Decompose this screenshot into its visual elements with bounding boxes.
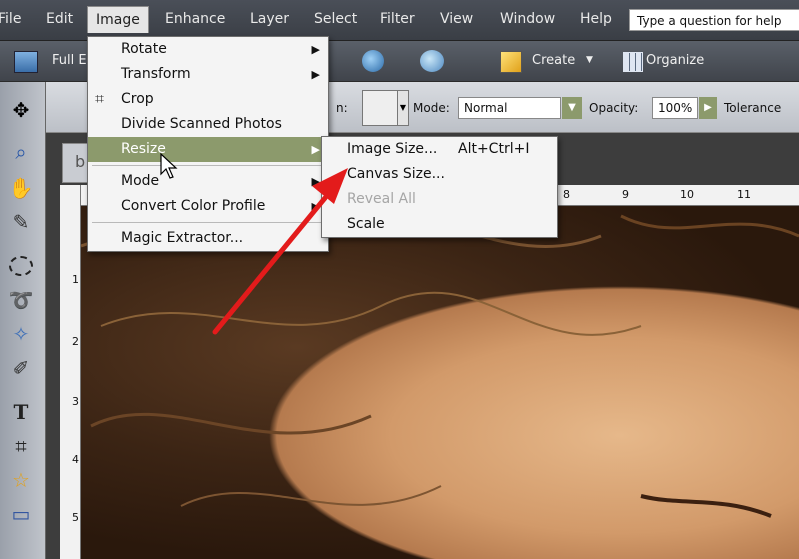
- annotation-arrow: [212, 168, 348, 335]
